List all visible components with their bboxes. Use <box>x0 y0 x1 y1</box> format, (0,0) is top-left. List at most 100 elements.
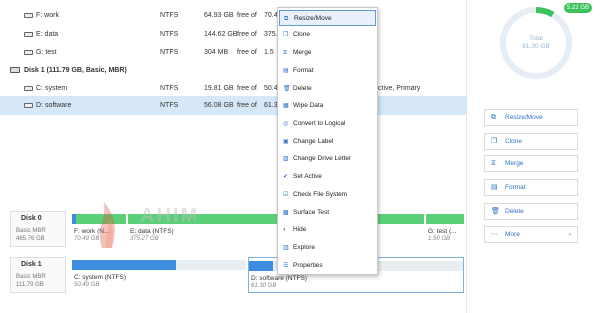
partition-row-f[interactable]: F: work NTFS 64.93 GB free of 70.4 <box>0 6 466 25</box>
menu-item-check-file-system[interactable]: ☑ Check File System <box>279 187 376 203</box>
partition-fs: NTFS <box>160 12 179 19</box>
set-active-icon: ✔ <box>283 174 289 180</box>
menu-item-convert-to-logical[interactable]: ◎ Convert to Logical <box>279 116 376 132</box>
chevron-right-icon: › <box>568 231 571 238</box>
segment-label: G: test (... <box>428 228 457 235</box>
partition-row-e[interactable]: E: data NTFS 144.62 GB free of 375.2 <box>0 25 466 44</box>
drive-icon <box>24 86 33 91</box>
button-label: Delete <box>505 208 524 215</box>
partition-capacity: 144.62 GB <box>204 31 238 38</box>
more-icon: ⋯ <box>491 231 498 238</box>
menu-item-label: Merge <box>293 49 312 56</box>
menu-item-merge[interactable]: ⧖ Merge <box>279 45 376 61</box>
hide-icon: ◐ <box>283 227 287 233</box>
used-size-badge: 5.22 GB <box>564 3 592 13</box>
menu-item-resize-move[interactable]: ⧉ Resize/Move <box>279 10 376 26</box>
clone-icon: ❐ <box>491 138 498 145</box>
menu-item-label: Clone <box>293 31 310 38</box>
partition-name: F: work <box>36 12 59 19</box>
menu-item-hide[interactable]: ◐ Hide <box>279 222 376 238</box>
delete-button[interactable]: 🗑 Delete <box>484 203 578 220</box>
segment-used-bar <box>249 261 273 271</box>
disk-size: 111.79 GB <box>16 282 44 288</box>
label-icon: ▣ <box>283 139 289 145</box>
button-label: Resize/Move <box>505 114 543 121</box>
resize-icon: ⧉ <box>491 114 496 121</box>
button-label: Format <box>505 184 526 191</box>
partition-free-label: free of <box>237 49 257 56</box>
menu-item-label: Surface Test <box>293 209 330 216</box>
partition-free-label: free of <box>237 102 257 109</box>
format-icon: ▤ <box>491 184 498 191</box>
disk-map-disk-0[interactable]: Disk 0 Basic MBR 465.76 GB F: work (N...… <box>8 211 464 247</box>
format-button[interactable]: ▤ Format <box>484 179 578 196</box>
more-button[interactable]: ⋯ More › <box>484 226 578 243</box>
resize-move-button[interactable]: ⧉ Resize/Move <box>484 109 578 126</box>
menu-item-label: Set Active <box>293 173 322 180</box>
partition-free-label: free of <box>237 31 257 38</box>
partition-free: 50.4 <box>264 85 278 92</box>
watermark-sub: SOFT <box>132 228 158 237</box>
clone-icon: ❐ <box>283 32 289 38</box>
format-icon: ▤ <box>283 68 289 74</box>
menu-item-label: Explore <box>293 244 316 251</box>
delete-icon: 🗑 <box>283 86 291 92</box>
segment-label: C: system (NTFS) <box>74 274 126 281</box>
operations-panel: Total 61.30 GB 5.22 GB ⧉ Resize/Move ❐ C… <box>476 0 600 313</box>
partition-fs: NTFS <box>160 85 179 92</box>
segment-used-bar <box>72 260 176 270</box>
segment-free-bar <box>176 260 246 270</box>
menu-item-wipe-data[interactable]: ▦ Wipe Data <box>279 98 376 114</box>
disk-segment-c[interactable]: C: system (NTFS) 50.49 GB <box>72 257 246 293</box>
menu-item-label: Wipe Data <box>293 102 324 109</box>
partition-name: E: data <box>36 31 59 38</box>
menu-item-label: Delete <box>293 85 312 92</box>
menu-item-label: Check File System <box>293 191 348 198</box>
disk-size: 465.76 GB <box>16 236 45 242</box>
disk-name: Disk 0 <box>21 215 42 222</box>
menu-item-label: Properties <box>293 262 323 269</box>
drive-icon <box>24 13 33 18</box>
drive-letter-icon: ▧ <box>283 156 289 162</box>
button-label: Merge <box>505 160 524 167</box>
disk-map-disk-1[interactable]: Disk 1 Basic MBR 111.79 GB C: system (NT… <box>8 257 464 293</box>
menu-item-label: Change Drive Letter <box>293 155 352 162</box>
disk-1-header[interactable]: Disk 1 (111.79 GB, Basic, MBR) <box>0 63 466 79</box>
disk-type: Basic MBR <box>16 274 46 280</box>
usage-ring: Total 61.30 GB <box>496 3 576 83</box>
drive-icon <box>24 103 33 108</box>
partition-name: D: software <box>36 102 72 109</box>
partition-free: 1.5 <box>264 49 274 56</box>
partition-fs: NTFS <box>160 49 179 56</box>
merge-button[interactable]: ⧖ Merge <box>484 155 578 172</box>
menu-item-change-label[interactable]: ▣ Change Label <box>279 134 376 150</box>
menu-item-label: Resize/Move <box>294 15 332 22</box>
menu-item-explore[interactable]: ▥ Explore <box>279 240 376 256</box>
partition-free: 70.4 <box>264 12 278 19</box>
menu-item-properties[interactable]: ☰ Properties <box>279 258 376 274</box>
ring-total: 61.30 GB <box>522 43 550 50</box>
partition-row-g[interactable]: G: test NTFS 304 MB free of 1.5 <box>0 43 466 62</box>
menu-item-clone[interactable]: ❐ Clone <box>279 27 376 43</box>
segment-free-bar <box>426 214 464 224</box>
segment-size: 1.50 GB <box>428 236 451 242</box>
menu-item-set-active[interactable]: ✔ Set Active <box>279 169 376 185</box>
disk-segment-g[interactable]: G: test (... 1.50 GB <box>426 211 464 247</box>
clone-button[interactable]: ❐ Clone <box>484 133 578 150</box>
button-label: Clone <box>505 138 522 145</box>
wipe-icon: ▦ <box>283 103 289 109</box>
menu-item-surface-test[interactable]: ▩ Surface Test <box>279 205 376 221</box>
disk-type: Basic MBR <box>16 228 46 234</box>
check-fs-icon: ☑ <box>283 192 289 198</box>
watermark-text: AHIM <box>140 205 200 227</box>
merge-icon: ⧖ <box>491 160 496 167</box>
properties-icon: ☰ <box>283 263 289 269</box>
partition-name: C: system <box>36 85 68 92</box>
menu-item-format[interactable]: ▤ Format <box>279 63 376 79</box>
panel-divider <box>466 0 467 313</box>
menu-item-change-drive-letter[interactable]: ▧ Change Drive Letter <box>279 151 376 167</box>
menu-item-label: Format <box>293 67 314 74</box>
partition-list: F: work NTFS 64.93 GB free of 70.4 E: da… <box>0 0 466 200</box>
partition-row-d[interactable]: D: software NTFS 56.08 GB free of 61.3 <box>0 96 466 115</box>
menu-item-delete[interactable]: 🗑 Delete <box>279 81 376 97</box>
